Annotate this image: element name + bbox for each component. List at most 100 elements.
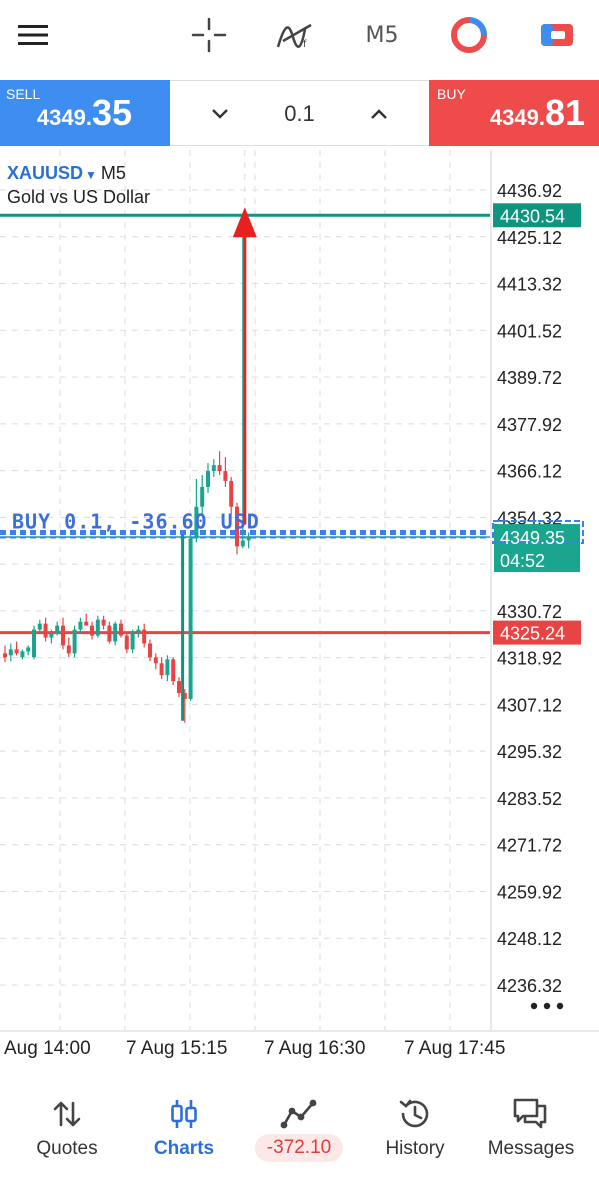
candle-body <box>78 621 83 630</box>
price-tick-label: 4307.12 <box>497 695 562 715</box>
stop-loss-price-tag: 4325.24 <box>500 624 565 644</box>
candle-body <box>142 629 147 644</box>
bottom-navigation: Quotes Charts -372.10 History Messages <box>0 1068 599 1200</box>
candle-body <box>32 629 36 658</box>
nav-history-label: History <box>385 1138 445 1159</box>
charts-icon <box>125 1094 243 1134</box>
candle-body <box>8 649 13 656</box>
candle-body <box>240 540 245 547</box>
price-tick-label: 4330.72 <box>497 602 562 622</box>
candle-body <box>153 657 158 664</box>
chart-timeframe: M5 <box>100 163 126 183</box>
candle-body <box>49 633 54 638</box>
candle-body <box>66 645 71 654</box>
candle-body <box>14 649 19 654</box>
sell-label: SELL <box>6 86 41 102</box>
chart-symbol[interactable]: XAUUSD ▼ M5 <box>7 163 126 184</box>
nav-messages[interactable]: Messages <box>472 1094 590 1194</box>
candle-body <box>177 681 181 693</box>
indicators-icon[interactable]: f <box>272 12 318 58</box>
candle-body <box>229 480 234 507</box>
price-tick-label: 4271.72 <box>497 836 562 856</box>
bid-price-tag: 4349.35 <box>500 528 565 548</box>
crosshair-icon[interactable] <box>186 12 232 58</box>
volume-control: 0.1 <box>170 80 429 146</box>
nav-charts-label: Charts <box>153 1138 215 1159</box>
candle-body <box>165 659 170 676</box>
price-tick-label: 4413.32 <box>497 275 562 295</box>
time-tick-label: 7 Aug 16:30 <box>264 1038 365 1059</box>
price-tick-label: 4389.72 <box>497 368 562 388</box>
nav-history[interactable]: History <box>356 1094 474 1194</box>
volume-increase-button[interactable] <box>359 95 399 133</box>
nav-trade[interactable]: -372.10 <box>240 1094 358 1194</box>
take-profit-price-tag: 4430.54 <box>500 206 565 226</box>
buy-button[interactable]: BUY 4349.81 <box>429 80 599 146</box>
candle-body <box>119 623 123 636</box>
caret-down-icon: ▼ <box>85 168 97 182</box>
candle-body <box>107 625 112 642</box>
symbol-name: XAUUSD <box>7 163 84 183</box>
svg-text:f: f <box>303 39 307 50</box>
candle-body <box>113 623 118 642</box>
candle-body <box>136 629 141 632</box>
price-tick-label: 4295.32 <box>497 742 562 762</box>
candle-body <box>188 538 193 699</box>
candle-body <box>148 643 152 658</box>
candle-body <box>171 659 176 682</box>
candle-body <box>84 621 89 626</box>
candle-body <box>206 471 210 487</box>
history-icon <box>356 1094 474 1134</box>
candle-body <box>101 619 106 626</box>
price-tick-label: 4401.52 <box>497 321 562 341</box>
floating-profit-badge: -372.10 <box>254 1134 344 1162</box>
time-tick-label: Aug 14:00 <box>4 1038 91 1059</box>
trade-panel-icon[interactable] <box>534 12 580 58</box>
candle-body <box>223 471 228 481</box>
nav-quotes[interactable]: Quotes <box>8 1094 126 1194</box>
candle-body <box>200 486 205 507</box>
candle-body <box>3 653 7 658</box>
candle-body <box>217 465 222 472</box>
sell-button[interactable]: SELL 4349.35 <box>0 80 170 146</box>
price-tick-label: 4377.92 <box>497 415 562 435</box>
candle-body <box>246 536 251 541</box>
price-tick-label: 4248.12 <box>497 929 562 949</box>
price-tick-label: 4236.32 <box>497 976 562 996</box>
candle-body <box>61 625 65 646</box>
candle-body <box>20 651 25 658</box>
chevron-up-icon <box>371 109 387 119</box>
candle-body <box>95 619 100 636</box>
one-click-trade-bar: SELL 4349.35 0.1 BUY 4349.81 <box>0 80 599 146</box>
quotes-icon <box>8 1094 126 1134</box>
price-tick-label: 4283.52 <box>497 789 562 809</box>
bar-countdown: 04:52 <box>500 551 545 571</box>
position-label: BUY 0.1, -36.60 USD <box>12 509 260 533</box>
time-tick-label: 7 Aug 15:15 <box>126 1038 227 1059</box>
menu-icon[interactable] <box>10 12 56 58</box>
candle-body <box>211 465 216 472</box>
candle-body <box>72 629 77 654</box>
messages-icon <box>472 1094 590 1134</box>
time-tick-label: 7 Aug 17:45 <box>404 1038 505 1059</box>
price-tick-label: 4425.12 <box>497 228 562 248</box>
timeframe-button[interactable]: M5 <box>356 12 408 58</box>
nav-quotes-label: Quotes <box>36 1138 98 1159</box>
one-click-trading-icon[interactable] <box>446 12 492 58</box>
price-tick-label: 4436.92 <box>497 181 562 201</box>
buy-price: 4349.81 <box>489 92 585 133</box>
trade-icon <box>240 1094 358 1134</box>
price-tick-label: 4259.92 <box>497 882 562 902</box>
price-chart[interactable]: BUY 0.1, -36.60 USD 4436.92 4425.12 4413.3… <box>0 146 599 1066</box>
top-toolbar: f M5 <box>0 0 599 81</box>
nav-charts[interactable]: Charts <box>125 1094 243 1194</box>
candle-body <box>159 663 164 676</box>
more-options-icon[interactable] <box>528 996 568 1016</box>
candle-body <box>43 623 48 638</box>
symbol-description: Gold vs US Dollar <box>7 187 151 207</box>
candle-body <box>130 631 135 650</box>
candle-body <box>55 625 60 634</box>
sell-price: 4349.35 <box>36 92 132 133</box>
take-profit-arrow[interactable] <box>232 207 257 238</box>
timeframe-label: M5 <box>365 22 399 48</box>
